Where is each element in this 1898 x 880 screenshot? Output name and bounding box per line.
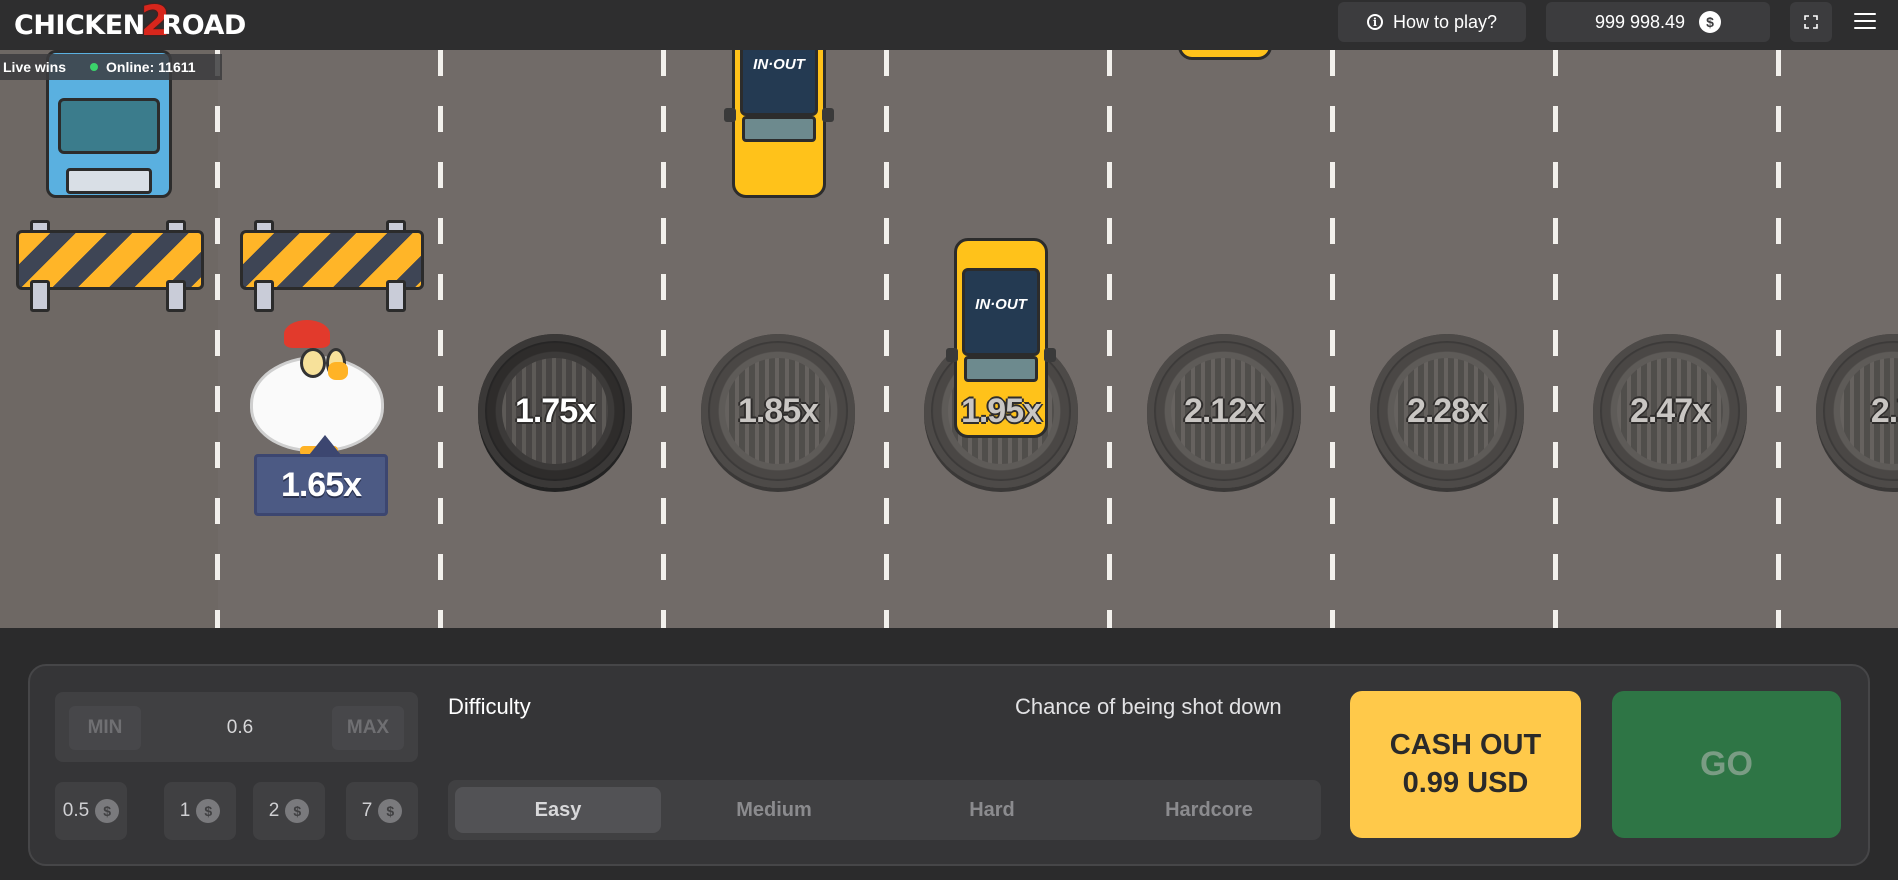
car-brand-logo: IN·OUT [753, 56, 805, 73]
top-bar: CHICKEN 2 ROAD i How to play? 999 998.49… [0, 0, 1898, 50]
lane-divider [884, 50, 889, 628]
barrier-leg [166, 280, 186, 312]
chance-label: Chance of being shot down [1015, 694, 1282, 719]
dollar-coin-icon: $ [285, 799, 310, 823]
balance-display: 999 998.49 $ [1546, 2, 1770, 42]
min-bet-button[interactable]: MIN [69, 706, 141, 750]
truck-window [58, 98, 160, 154]
chicken-beak [328, 362, 348, 380]
chicken-eye [300, 348, 326, 378]
dollar-coin-icon: $ [1699, 11, 1722, 33]
lane-multiplier: 2.7 [1870, 391, 1898, 430]
online-status-dot [90, 63, 99, 71]
info-icon: i [1366, 14, 1383, 30]
chip-value: 0.5 [62, 800, 90, 821]
how-to-play-label: How to play? [1392, 11, 1498, 32]
lane-divider [438, 50, 443, 628]
chip-value: 1 [179, 800, 191, 821]
chicken-comb [284, 320, 330, 348]
difficulty-option-medium[interactable]: Medium [671, 787, 877, 833]
quick-bet-chip[interactable]: 1 $ [164, 782, 236, 840]
lane-divider [1330, 50, 1335, 628]
cash-out-button[interactable]: CASH OUT 0.99 USD [1350, 691, 1581, 838]
fullscreen-button[interactable] [1790, 2, 1832, 42]
barrier-leg [254, 280, 274, 312]
lane-divider [661, 50, 666, 628]
lane-manhole: 1.85x [701, 334, 855, 488]
bet-amount-input[interactable]: 0.6 [155, 706, 325, 750]
lane-divider [1553, 50, 1558, 628]
menu-button[interactable] [1852, 10, 1878, 32]
car-windshield [742, 116, 816, 142]
bet-amount-field[interactable]: MIN 0.6 MAX [55, 692, 418, 762]
menu-icon-line [1854, 20, 1876, 22]
live-wins-label: Live wins [3, 59, 67, 75]
difficulty-label: Difficulty [448, 694, 531, 719]
how-to-play-button[interactable]: i How to play? [1338, 2, 1526, 42]
car-mirror [946, 348, 958, 362]
lane-multiplier: 1.75x [514, 391, 596, 430]
difficulty-selector: Easy Medium Hard Hardcore [448, 780, 1321, 840]
menu-icon-line [1854, 13, 1876, 15]
go-button[interactable]: GO [1612, 691, 1841, 838]
lane-multiplier: 1.95x [960, 391, 1042, 430]
road-area: Live wins Online: 11611 1.65x 1.75x 1.85… [0, 50, 1898, 628]
car-brand-logo: IN·OUT [975, 296, 1027, 313]
car-mirror [1044, 348, 1056, 362]
game-window: CHICKEN 2 ROAD i How to play? 999 998.49… [0, 0, 1898, 880]
barrier-leg [386, 280, 406, 312]
taxi-car: IN·OUT [724, 50, 834, 198]
lane-multiplier: 1.85x [737, 391, 819, 430]
difficulty-option-easy[interactable]: Easy [455, 787, 661, 833]
quick-bet-chip[interactable]: 2 $ [253, 782, 325, 840]
barrier-leg [30, 280, 50, 312]
lane-multiplier: 2.28x [1406, 391, 1488, 430]
logo: CHICKEN 2 ROAD [14, 0, 246, 46]
road-barrier [240, 220, 424, 312]
truck-grill [66, 168, 152, 194]
lane-multiplier: 2.47x [1629, 391, 1711, 430]
cash-out-label: CASH OUT [1389, 729, 1542, 762]
quick-bet-chip[interactable]: 7 $ [346, 782, 418, 840]
fullscreen-icon [1804, 15, 1818, 29]
lane-divider [215, 50, 220, 628]
lane-multiplier: 2.12x [1183, 391, 1265, 430]
balance-value: 999 998.49 [1594, 11, 1686, 32]
lane-manhole: 2.28x [1370, 334, 1524, 488]
lane-divider [1776, 50, 1781, 628]
lane-manhole: 2.12x [1147, 334, 1301, 488]
car-windshield [964, 356, 1038, 382]
car-body [1178, 50, 1272, 60]
lane-divider [1107, 50, 1112, 628]
cash-out-amount: 0.99 USD [1402, 766, 1529, 799]
taxi-car [1170, 50, 1280, 60]
dollar-coin-icon: $ [95, 799, 120, 823]
max-bet-button[interactable]: MAX [332, 706, 404, 750]
difficulty-option-hardcore[interactable]: Hardcore [1106, 787, 1312, 833]
lane-manhole: 2.7 [1816, 334, 1898, 488]
logo-text-left: CHICKEN [14, 9, 145, 41]
live-wins-bar[interactable]: Live wins Online: 11611 [0, 54, 222, 80]
lane-manhole: 2.47x [1593, 334, 1747, 488]
logo-text-right: ROAD [161, 9, 246, 41]
difficulty-option-hard[interactable]: Hard [889, 787, 1095, 833]
menu-icon-line [1854, 27, 1876, 29]
dollar-coin-icon: $ [196, 799, 221, 823]
current-multiplier-tag: 1.65x [254, 435, 388, 516]
chip-value: 7 [361, 800, 373, 821]
lane-manhole[interactable]: 1.75x [478, 334, 632, 488]
dollar-coin-icon: $ [378, 799, 403, 823]
car-mirror [822, 108, 834, 122]
road-barrier [16, 220, 204, 312]
quick-bet-chip[interactable]: 0.5 $ [55, 782, 127, 840]
chip-value: 2 [268, 800, 280, 821]
online-count: Online: 11611 [106, 59, 196, 75]
car-mirror [724, 108, 736, 122]
